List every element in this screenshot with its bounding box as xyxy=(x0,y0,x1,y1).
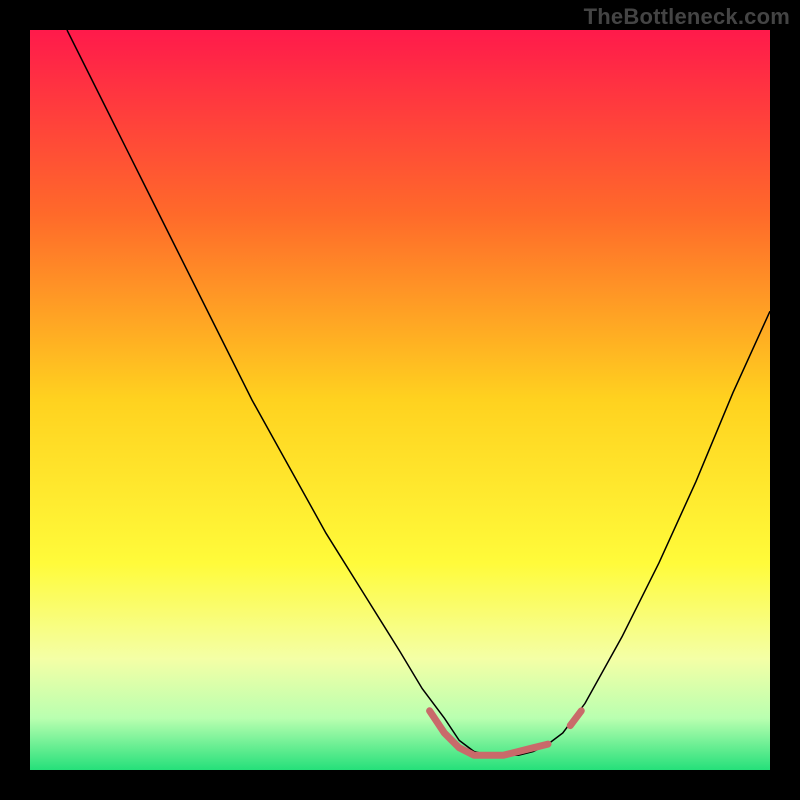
watermark-text: TheBottleneck.com xyxy=(584,4,790,30)
gradient-background xyxy=(30,30,770,770)
chart-frame: TheBottleneck.com xyxy=(0,0,800,800)
plot-area xyxy=(30,30,770,770)
chart-svg xyxy=(30,30,770,770)
